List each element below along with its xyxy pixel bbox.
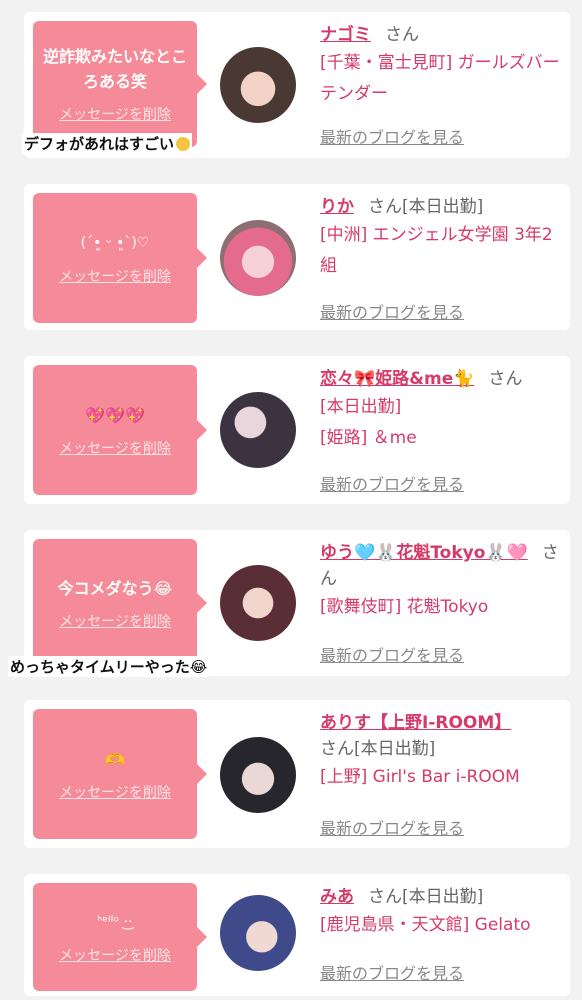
profile-info: みあ さん[本日出勤] [鹿児島県・天文館] Gelato bbox=[320, 884, 560, 941]
avatar[interactable] bbox=[220, 220, 296, 296]
latest-blog-link[interactable]: 最新のブログを見る bbox=[320, 642, 464, 666]
delete-message-link[interactable]: メッセージを削除 bbox=[59, 104, 171, 124]
profile-info: りか さん[本日出勤] [中洲] エンジェル女学園 3年2組 bbox=[320, 194, 560, 282]
name-line: りか さん[本日出勤] bbox=[320, 194, 560, 220]
honorific: さん bbox=[368, 887, 402, 907]
cast-name-link[interactable]: ゆう🩵🐰花魁Tokyo🐰🩷 bbox=[320, 543, 528, 563]
message-bubble: 💖💖💖 メッセージを削除 bbox=[33, 365, 207, 495]
message-bubble: 今コメダなう😂 メッセージを削除 bbox=[33, 539, 207, 667]
message-text: 🫶 bbox=[105, 749, 125, 769]
honorific: さん bbox=[368, 197, 402, 217]
delete-message-link[interactable]: メッセージを削除 bbox=[59, 611, 171, 631]
name-line: ゆう🩵🐰花魁Tokyo🐰🩷 さん bbox=[320, 540, 560, 592]
latest-blog-link[interactable]: 最新のブログを見る bbox=[320, 124, 464, 148]
message-text: ᑋᵉᑊᑊᵒ ·͜· bbox=[97, 913, 133, 930]
profile-info: ありす【上野I-ROOM】 さん[本日出勤] [上野] Girl's Bar i-… bbox=[320, 710, 560, 793]
profile-info: 恋々🎀姫路&me🐈 さん [本日出勤] [姫路] ＆me bbox=[320, 366, 560, 454]
status-badge: [本日出勤] bbox=[354, 739, 436, 759]
profile-info: ゆう🩵🐰花魁Tokyo🐰🩷 さん [歌舞伎町] 花魁Tokyo bbox=[320, 540, 560, 623]
message-bubble: 逆詐欺みたいなところある笑 メッセージを削除 bbox=[33, 21, 207, 147]
avatar[interactable] bbox=[220, 895, 296, 971]
caption-overlay: デフォがあれはすごい bbox=[22, 133, 193, 154]
delete-message-link[interactable]: メッセージを削除 bbox=[59, 782, 171, 802]
avatar[interactable] bbox=[220, 47, 296, 123]
latest-blog-link[interactable]: 最新のブログを見る bbox=[320, 960, 464, 984]
message-text: (ˊ•͈ ᵕ •͈ˋ)♡ bbox=[80, 234, 150, 251]
cast-name-link[interactable]: 恋々🎀姫路&me🐈 bbox=[320, 369, 474, 389]
delete-message-link[interactable]: メッセージを削除 bbox=[59, 945, 171, 965]
avatar[interactable] bbox=[220, 737, 296, 813]
status-badge: [本日出勤] bbox=[320, 397, 402, 417]
latest-blog-link[interactable]: 最新のブログを見る bbox=[320, 815, 464, 839]
message-bubble: (ˊ•͈ ᵕ •͈ˋ)♡ メッセージを削除 bbox=[33, 193, 207, 323]
cast-name-link[interactable]: ナゴミ bbox=[320, 25, 371, 45]
message-card: ᑋᵉᑊᑊᵒ ·͜· メッセージを削除 みあ さん[本日出勤] [鹿児島県・天文館]… bbox=[24, 874, 570, 996]
shop-name: [鹿児島県・天文館] Gelato bbox=[320, 915, 531, 935]
name-line: 恋々🎀姫路&me🐈 さん bbox=[320, 366, 560, 392]
message-bubble: ᑋᵉᑊᑊᵒ ·͜· メッセージを削除 bbox=[33, 883, 207, 991]
avatar[interactable] bbox=[220, 565, 296, 641]
honorific: さん bbox=[488, 369, 523, 389]
name-line: ありす【上野I-ROOM】 さん[本日出勤] bbox=[320, 710, 560, 762]
message-card: 🫶 メッセージを削除 ありす【上野I-ROOM】 さん[本日出勤] [上野] Gi… bbox=[24, 700, 570, 848]
name-line: みあ さん[本日出勤] bbox=[320, 884, 560, 910]
smiley-icon bbox=[176, 137, 191, 151]
delete-message-link[interactable]: メッセージを削除 bbox=[59, 438, 171, 458]
honorific: さん bbox=[320, 739, 354, 759]
message-card: 今コメダなう😂 メッセージを削除 ゆう🩵🐰花魁Tokyo🐰🩷 さん [歌舞伎町] … bbox=[24, 530, 570, 676]
cast-name-link[interactable]: ありす【上野I-ROOM】 bbox=[320, 713, 511, 733]
cast-name-link[interactable]: りか bbox=[320, 197, 354, 217]
status-badge: [本日出勤] bbox=[402, 197, 484, 217]
latest-blog-link[interactable]: 最新のブログを見る bbox=[320, 471, 464, 495]
honorific: さん bbox=[385, 25, 419, 45]
message-text: 💖💖💖 bbox=[85, 405, 145, 425]
shop-name: [千葉・富士見町] ガールズバー テンダー bbox=[320, 53, 560, 104]
caption-overlay: めっちゃタイムリーやった😂 bbox=[8, 656, 210, 677]
status-badge: [本日出勤] bbox=[402, 887, 484, 907]
message-text: 今コメダなう😂 bbox=[57, 578, 173, 598]
message-text: 逆詐欺みたいなところある笑 bbox=[42, 47, 187, 91]
message-card: (ˊ•͈ ᵕ •͈ˋ)♡ メッセージを削除 りか さん[本日出勤] [中洲] エン… bbox=[24, 184, 570, 330]
shop-name: [中洲] エンジェル女学園 3年2組 bbox=[320, 225, 553, 276]
profile-info: ナゴミ さん [千葉・富士見町] ガールズバー テンダー bbox=[320, 22, 560, 110]
cast-name-link[interactable]: みあ bbox=[320, 887, 354, 907]
shop-name: [歌舞伎町] 花魁Tokyo bbox=[320, 597, 489, 617]
delete-message-link[interactable]: メッセージを削除 bbox=[59, 266, 171, 286]
name-line: ナゴミ さん bbox=[320, 22, 560, 48]
avatar[interactable] bbox=[220, 392, 296, 468]
message-bubble: 🫶 メッセージを削除 bbox=[33, 709, 207, 839]
shop-name: [上野] Girl's Bar i-ROOM bbox=[320, 767, 520, 787]
latest-blog-link[interactable]: 最新のブログを見る bbox=[320, 299, 464, 323]
message-card: 💖💖💖 メッセージを削除 恋々🎀姫路&me🐈 さん [本日出勤] [姫路] ＆me… bbox=[24, 356, 570, 504]
shop-name: [姫路] ＆me bbox=[320, 428, 417, 448]
